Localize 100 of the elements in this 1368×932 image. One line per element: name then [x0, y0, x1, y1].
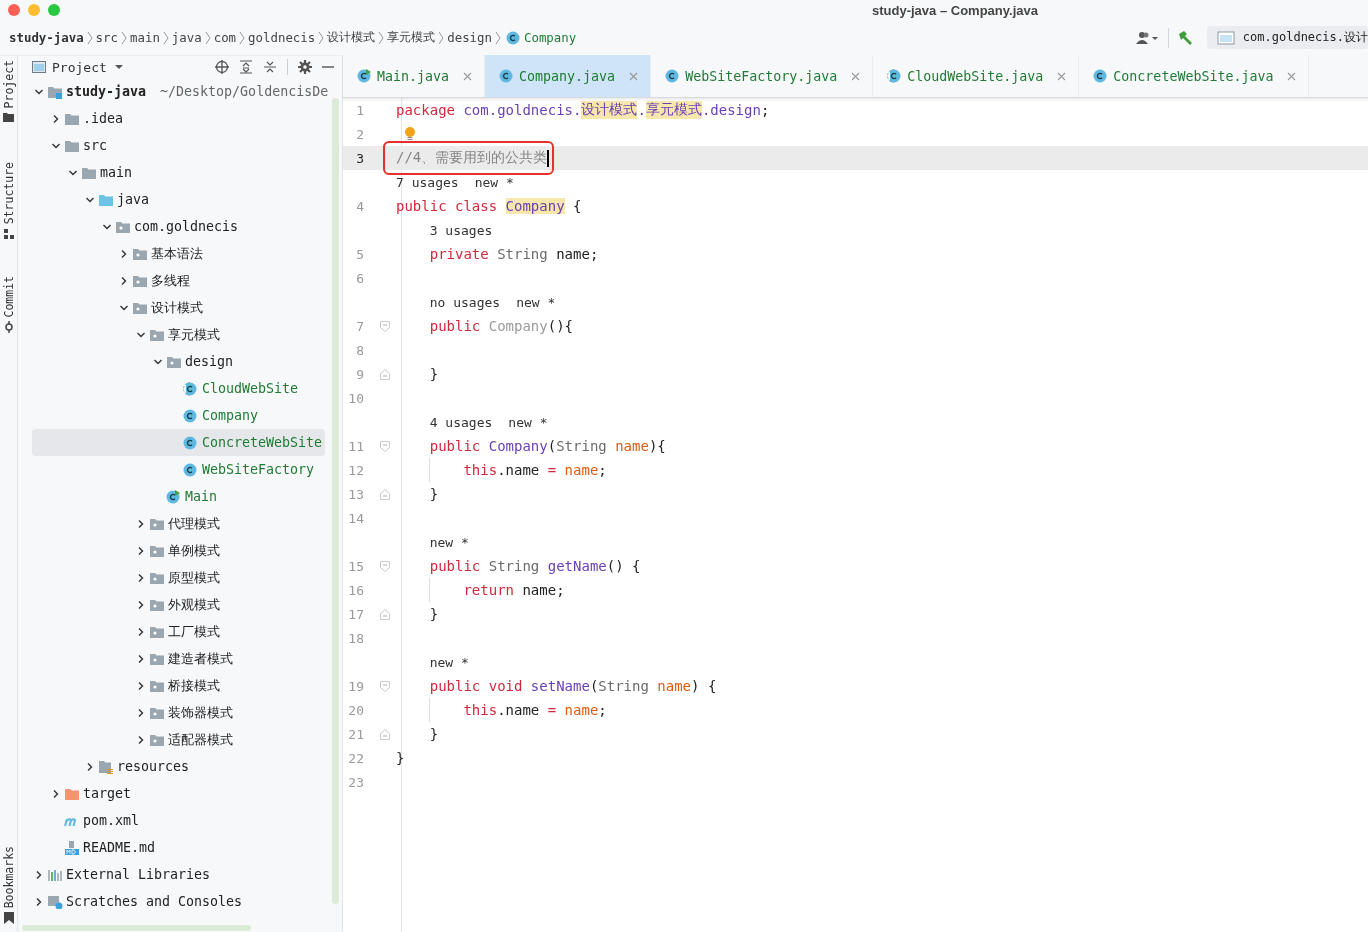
hammer-icon[interactable] — [1176, 29, 1193, 46]
fold-marker-icon[interactable] — [380, 488, 390, 500]
inlay-hint[interactable]: 7 usages — [396, 174, 459, 190]
locate-icon[interactable] — [215, 60, 229, 74]
breadcrumb-item[interactable]: design — [447, 30, 492, 45]
close-icon[interactable] — [1057, 71, 1067, 81]
tree-item[interactable]: 多线程 — [151, 271, 190, 290]
breadcrumb-item[interactable]: Company — [524, 30, 577, 45]
line-number: 15 — [347, 558, 364, 574]
package-icon — [132, 300, 148, 315]
tree-item[interactable]: CloudWebSite — [202, 381, 299, 396]
fold-marker-icon[interactable] — [380, 680, 390, 692]
breadcrumb-item[interactable]: com — [213, 30, 237, 45]
inlay-hint[interactable]: no usages — [429, 294, 501, 310]
settings-icon[interactable] — [298, 60, 312, 74]
tree-item[interactable]: Scratches and Consoles — [66, 894, 243, 909]
breadcrumb-item[interactable]: 享元模式 — [387, 29, 436, 46]
account-icon[interactable] — [1135, 30, 1160, 45]
tree-item[interactable]: 工厂模式 — [168, 622, 220, 641]
fold-marker-icon[interactable] — [380, 320, 390, 332]
scrollbar[interactable] — [332, 98, 339, 904]
close-icon[interactable] — [851, 71, 861, 81]
tree-item[interactable]: design — [185, 354, 234, 369]
package-icon — [149, 516, 165, 531]
tree-item[interactable]: README.md — [83, 840, 156, 855]
tool-window-button[interactable]: Commit — [1, 275, 16, 318]
breadcrumb-item[interactable]: java — [171, 30, 202, 45]
tree-item[interactable]: 装饰器模式 — [168, 703, 233, 722]
code-line: public Company(String name){ — [428, 438, 666, 454]
line-number: 5 — [355, 246, 364, 262]
line-number: 13 — [347, 486, 364, 502]
close-window-icon[interactable] — [8, 4, 20, 16]
inlay-hint[interactable]: new * — [429, 534, 469, 550]
inlay-hint[interactable]: new * — [516, 294, 556, 310]
breadcrumb-item[interactable]: main — [130, 30, 160, 45]
tree-item[interactable]: 单例模式 — [168, 541, 220, 560]
editor-tab[interactable]: CloudWebSite.java — [873, 55, 1080, 97]
expand-all-icon[interactable] — [239, 60, 253, 74]
tree-item[interactable]: 享元模式 — [168, 325, 220, 344]
class-icon — [665, 69, 680, 83]
tree-item[interactable]: .idea — [83, 111, 124, 126]
inlay-hint[interactable]: 3 usages — [429, 222, 493, 238]
tree-item[interactable]: External Libraries — [66, 867, 211, 882]
breadcrumb-item[interactable]: src — [95, 30, 118, 45]
chevron-right-icon — [438, 30, 445, 45]
scrollbar[interactable] — [22, 925, 251, 931]
inlay-hint[interactable]: new * — [508, 414, 548, 430]
tree-item[interactable]: resources — [117, 759, 190, 774]
tree-item[interactable]: 桥接模式 — [168, 676, 220, 695]
tree-item[interactable]: 设计模式 — [151, 298, 203, 317]
line-number: 21 — [347, 726, 364, 742]
tree-item[interactable]: main — [100, 165, 133, 180]
collapse-all-icon[interactable] — [263, 60, 277, 74]
tree-item[interactable]: Main — [185, 489, 218, 504]
scratches-icon — [47, 894, 63, 909]
fold-marker-icon[interactable] — [380, 368, 390, 380]
tree-item[interactable]: 代理模式 — [168, 514, 220, 533]
code-line: public Company(){ — [428, 318, 574, 334]
package-icon — [149, 597, 165, 612]
tool-window-button[interactable]: Bookmarks — [1, 845, 16, 908]
line-number: 10 — [347, 390, 364, 406]
breadcrumb-item[interactable]: 设计模式 — [327, 29, 376, 46]
editor-tab[interactable]: WebSiteFactory.java — [651, 55, 874, 97]
close-icon[interactable] — [1287, 71, 1297, 81]
tree-item[interactable]: 建造者模式 — [168, 649, 233, 668]
lightbulb-icon[interactable] — [404, 127, 416, 141]
panel-title[interactable]: Project — [52, 59, 107, 75]
fold-marker-icon[interactable] — [380, 440, 390, 452]
tree-item[interactable]: com.goldnecis — [134, 219, 239, 234]
tree-item[interactable]: pom.xml — [83, 813, 140, 828]
line-number: 9 — [355, 366, 364, 382]
folder-icon — [64, 111, 80, 126]
close-icon[interactable] — [463, 71, 473, 81]
tree-item[interactable]: 外观模式 — [168, 595, 220, 614]
tree-item[interactable]: 原型模式 — [168, 568, 220, 587]
tool-window-button[interactable]: Project — [1, 60, 16, 109]
tree-item[interactable]: java — [117, 192, 150, 207]
tree-item[interactable]: 基本语法 — [151, 244, 203, 263]
tree-item[interactable]: study-java — [66, 84, 147, 99]
breadcrumb-item[interactable]: goldnecis — [248, 30, 316, 45]
inlay-hint[interactable]: new * — [429, 654, 469, 670]
tree-item[interactable]: 适配器模式 — [168, 730, 233, 749]
editor-tab[interactable]: ConcreteWebSite.java — [1079, 55, 1310, 97]
inlay-hint[interactable]: 4 usages — [429, 414, 493, 430]
fold-marker-icon[interactable] — [380, 560, 390, 572]
tree-item[interactable]: Company — [202, 408, 259, 423]
abstract-class-icon — [183, 381, 197, 396]
tree-item[interactable]: src — [83, 138, 108, 153]
editor-tab[interactable]: Company.java — [485, 55, 652, 97]
tree-item[interactable]: target — [83, 786, 132, 801]
tree-item[interactable]: WebSiteFactory — [202, 462, 315, 477]
line-number: 7 — [355, 318, 364, 334]
class-icon — [499, 69, 514, 83]
tool-window-button[interactable]: Structure — [1, 162, 16, 225]
inlay-hint[interactable]: new * — [474, 174, 514, 190]
fold-marker-icon[interactable] — [380, 608, 390, 620]
tree-item[interactable]: ConcreteWebSite — [202, 435, 323, 450]
fold-marker-icon[interactable] — [380, 728, 390, 740]
run-configuration-dropdown[interactable]: com.goldnecis.设计 — [1206, 26, 1368, 49]
breadcrumb-item[interactable]: study-java — [9, 30, 84, 45]
